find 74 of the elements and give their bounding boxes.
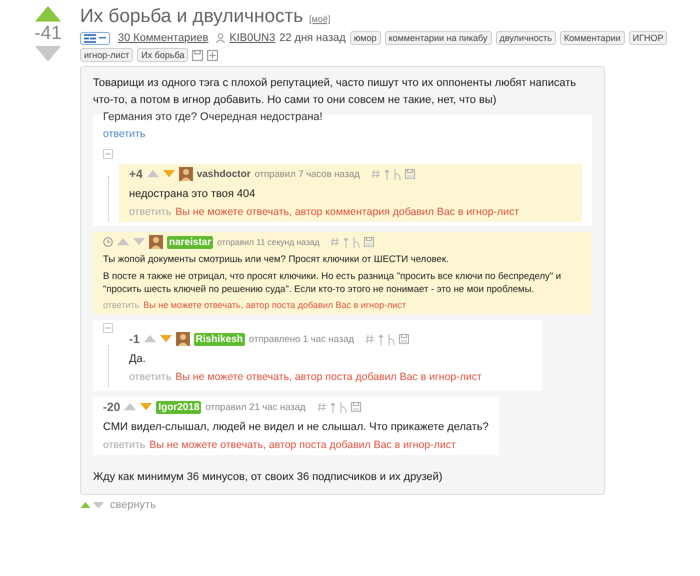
downvote-button[interactable]	[35, 46, 61, 62]
user-icon	[216, 33, 226, 43]
reply-link[interactable]: ответить	[103, 128, 146, 140]
author-link[interactable]: vashdoctor	[196, 168, 251, 180]
comment-rating: -20	[103, 400, 120, 414]
downvote-icon[interactable]	[133, 238, 145, 246]
view-toggle-button[interactable]	[80, 32, 110, 44]
tag[interactable]: Комментарии	[560, 31, 625, 45]
comment-rating: -1	[129, 332, 140, 346]
comment-text: Да.	[129, 352, 147, 367]
upvote-icon[interactable]	[144, 335, 156, 343]
comment-text: В посте я также не отрицал, что просят ключики. Но есть разница "просить все ключи по беспределу" и "просить шесть ключей по решению суда". Если кто-то этого не понимает - это не мои проблемы.	[103, 270, 562, 296]
tag[interactable]: Их борьба	[137, 48, 188, 62]
avatar-icon[interactable]	[176, 332, 190, 346]
save-icon[interactable]	[404, 169, 415, 179]
collapse-icon[interactable]	[103, 323, 113, 333]
tag[interactable]: комментарии на пикабу	[384, 31, 492, 45]
save-icon[interactable]	[350, 402, 361, 412]
list-view-icon	[84, 34, 96, 42]
branch-icon[interactable]	[353, 236, 360, 248]
downvote-icon[interactable]	[160, 335, 172, 343]
up-arrow-icon[interactable]	[330, 402, 336, 412]
comment-time: отправил 21 час назад	[205, 402, 306, 412]
collapse-icon[interactable]	[103, 149, 113, 159]
comment-text: Германия это где? Очередная недострана!	[103, 110, 324, 124]
up-arrow-icon[interactable]	[343, 236, 350, 248]
downvote-icon[interactable]	[162, 170, 175, 178]
upvote-icon[interactable]	[146, 170, 159, 178]
branch-icon[interactable]	[388, 334, 396, 344]
mine-label[interactable]: [моё]	[309, 14, 330, 24]
post-rating: -41	[34, 22, 62, 45]
save-icon[interactable]	[364, 237, 374, 247]
ignore-notice: Вы не можете отвечать, автор комментария добавил Вас в игнор-лист	[175, 206, 520, 218]
tag[interactable]: ИГНОР	[628, 31, 668, 45]
comment-time: отправил 7 часов назад	[254, 168, 360, 180]
hash-icon[interactable]	[366, 334, 374, 344]
hash-icon[interactable]	[318, 402, 326, 412]
upvote-button[interactable]	[35, 6, 61, 22]
post-text: Жду как минимум 36 минусов, от своих 36 подписчиков и их друзей)	[93, 470, 444, 485]
post-title[interactable]: Их борьба и двуличность	[80, 6, 304, 28]
ignore-notice: Вы не можете отвечать, автор поста добавил Вас в игнор-лист	[149, 439, 456, 451]
downvote-button[interactable]	[93, 502, 104, 508]
author-link[interactable]: KIB0UN3	[229, 32, 276, 44]
save-icon[interactable]	[192, 50, 204, 60]
ignore-notice: Вы не можете отвечать, автор поста добавил Вас в игнор-лист	[143, 300, 406, 310]
save-icon[interactable]	[399, 334, 410, 344]
comment-text: Ты жопой документы смотришь или чем? Просят ключики от ШЕСТИ человек.	[103, 253, 450, 266]
downvote-icon[interactable]	[140, 403, 152, 411]
post-time: 22 дня назад	[279, 32, 346, 44]
comment-time: отправил 11 секунд назад	[217, 237, 320, 247]
tag[interactable]: юмор	[350, 31, 381, 45]
comment-time: отправлено 1 час назад	[248, 334, 354, 344]
ignore-notice: Вы не можете отвечать, автор поста добавил Вас в игнор-лист	[175, 371, 482, 383]
up-arrow-icon[interactable]	[378, 334, 384, 344]
branch-icon[interactable]	[394, 168, 401, 180]
branch-icon[interactable]	[340, 402, 347, 412]
avatar-icon[interactable]	[178, 167, 193, 181]
upvote-button[interactable]	[80, 502, 91, 508]
comment-rating: +4	[129, 167, 143, 181]
hash-icon[interactable]	[331, 237, 340, 247]
minus-icon	[99, 37, 106, 39]
comments-link[interactable]: 30 Комментариев	[118, 32, 208, 44]
tag[interactable]: игнор-лист	[80, 48, 134, 62]
comment-text: недострана это твоя 404	[129, 187, 256, 202]
post-text: Товарищи из одного тэга с плохой репутацией, часто пишут что их оппоненты любят написать что-то, а потом в игнор добавить. Но сами то они совсем не такие, нет, что вы)	[93, 76, 577, 108]
upvote-icon[interactable]	[124, 403, 136, 411]
up-arrow-icon[interactable]	[384, 168, 390, 180]
avatar-icon[interactable]	[149, 235, 163, 249]
clock-icon	[103, 237, 113, 247]
plus-icon[interactable]	[207, 50, 218, 60]
tag[interactable]: двуличность	[496, 31, 556, 45]
upvote-icon[interactable]	[117, 238, 129, 246]
comment-text: СМИ видел-слышал, людей не видел и не слышал. Что прикажете делать?	[103, 420, 489, 435]
hash-icon[interactable]	[372, 169, 380, 179]
